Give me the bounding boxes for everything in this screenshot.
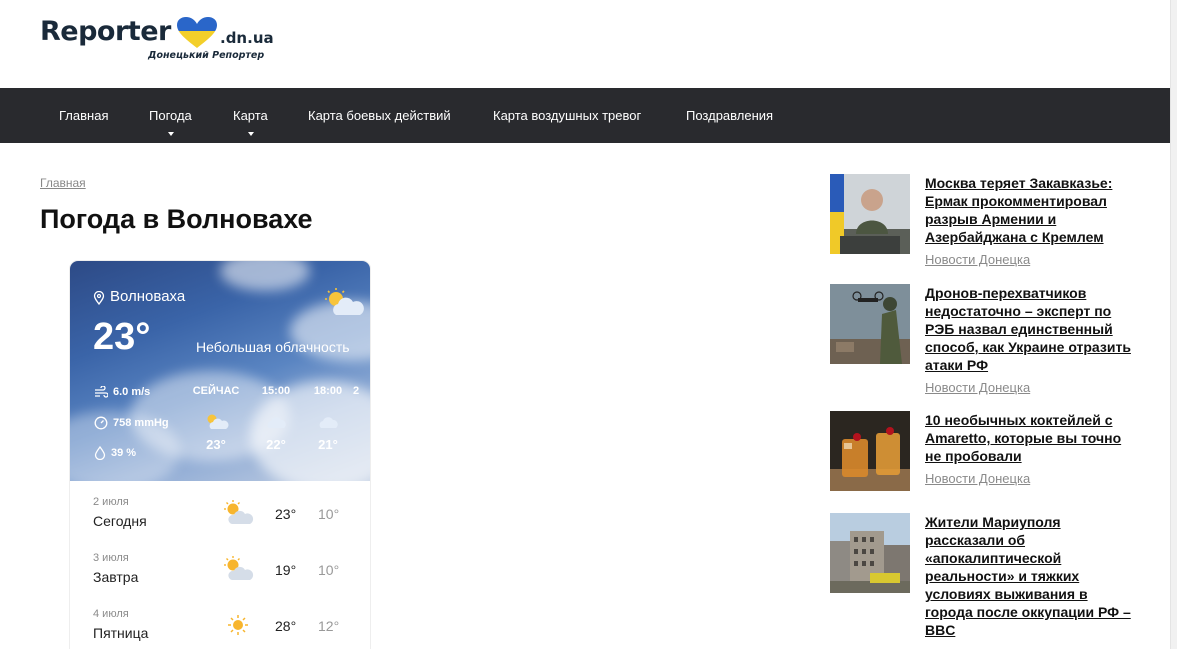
chevron-down-icon [168,132,174,136]
day-max-temp: 19° [275,562,297,578]
news-category[interactable]: Новости Донецка [925,380,1030,395]
pressure-gauge-icon [94,416,108,430]
wind-icon [95,385,109,398]
hourly-forecast-item: 18:00 21° [303,385,353,452]
day-name: Пятница [93,625,149,641]
news-title[interactable]: Москва теряет Закавказье: Ермак прокомме… [925,174,1135,246]
breadcrumb[interactable]: Главная [40,176,86,190]
day-min-temp: 10° [318,562,340,578]
news-thumbnail[interactable] [830,174,910,254]
news-title[interactable]: Жители Мариуполя рассказали об «апокалип… [925,513,1135,639]
news-title[interactable]: Дронов-перехватчиков недостаточно – эксп… [925,284,1135,374]
nav-item-air-alert-map[interactable]: Карта воздушных тревог [493,88,641,143]
day-max-temp: 28° [275,618,297,634]
ukraine-heart-icon [177,17,217,48]
hourly-forecast-item: СЕЙЧАС 23° [191,385,241,452]
logo-word: Reporter [40,16,171,47]
day-min-temp: 12° [318,618,340,634]
wind-value: 6.0 m/s [113,386,151,398]
weather-location: Волноваха [110,288,186,305]
news-category[interactable]: Новости Донецка [925,252,1030,267]
partly-cloudy-icon [224,500,254,524]
partly-cloudy-icon [207,414,229,429]
humidity-drop-icon [94,445,106,461]
hourly-forecast-item: 15:00 22° [251,385,301,452]
sun-icon [228,615,248,635]
news-item[interactable]: Дронов-перехватчиков недостаточно – эксп… [830,284,1140,399]
partly-cloudy-icon [325,288,364,315]
day-date: 2 июля [93,496,129,508]
logo-domain: .dn.ua [220,29,274,47]
cloud-decor [220,261,310,291]
logo-subtitle: Донецький Репортер [148,50,265,61]
humidity-value: 39 % [111,446,137,459]
page-title: Погода в Волновахе [40,204,313,234]
hourly-label: 2 [353,385,360,397]
news-item[interactable]: Жители Мариуполя рассказали об «апокалип… [830,513,1140,649]
day-date: 4 июля [93,608,129,620]
pressure-value: 758 mmHg [113,416,169,429]
nav-item-home[interactable]: Главная [59,88,108,143]
hourly-label: СЕЙЧАС [192,385,240,397]
news-thumbnail[interactable] [830,284,910,364]
nav-item-greetings[interactable]: Поздравления [686,88,773,143]
weather-widget: Волноваха 23° Небольшая облачность 6.0 m… [70,261,370,649]
hourly-temp: 21° [318,437,338,452]
weather-wind: 6.0 m/s [94,385,151,398]
weather-humidity: 39 % [94,445,137,461]
page-scrollbar[interactable] [1170,0,1177,649]
weather-current-temp: 23° [93,316,151,358]
hourly-label: 18:00 [313,385,343,397]
site-logo[interactable]: Reporter .dn.ua Донецький Репортер [40,16,280,66]
day-name: Сегодня [93,513,147,529]
daily-forecast-row: 4 июля Пятница 28° 12° [70,597,370,649]
hourly-temp: 23° [206,437,226,452]
hourly-label: 15:00 [261,385,291,397]
news-thumbnail[interactable] [830,411,910,491]
day-name: Завтра [93,569,139,585]
main-nav: Главная Погода Карта Карта боевых действ… [0,88,1170,143]
location-pin-icon [93,291,105,305]
daily-forecast-row: 3 июля Завтра 19° 10° [70,541,370,597]
news-photo-drone [830,284,910,364]
day-min-temp: 10° [318,506,340,522]
daily-forecast-row: 2 июля Сегодня 23° 10° [70,485,370,541]
news-photo-official [830,174,910,254]
nav-item-battle-map[interactable]: Карта боевых действий [308,88,451,143]
hourly-forecast-item: 2 [353,385,370,399]
day-max-temp: 23° [275,506,297,522]
day-date: 3 июля [93,552,129,564]
hourly-temp: 22° [266,437,286,452]
weather-sky-panel: Волноваха 23° Небольшая облачность 6.0 m… [70,261,370,481]
news-title[interactable]: 10 необычных коктейлей с Amaretto, котор… [925,411,1135,465]
weather-description: Небольшая облачность [196,339,350,355]
chevron-down-icon [248,132,254,136]
weather-pressure: 758 mmHg [94,416,169,430]
news-photo-mariupol [830,513,910,593]
news-category[interactable]: Новости Донецка [925,471,1030,486]
news-photo-cocktails [830,411,910,491]
news-item[interactable]: 10 необычных коктейлей с Amaretto, котор… [830,411,1140,496]
news-thumbnail[interactable] [830,513,910,593]
cloud-icon [319,417,338,428]
news-item[interactable]: Москва теряет Закавказье: Ермак прокомме… [830,174,1140,274]
cloud-icon [267,417,286,428]
partly-cloudy-icon [224,556,254,580]
site-header: Reporter .dn.ua Донецький Репортер [0,0,1170,88]
